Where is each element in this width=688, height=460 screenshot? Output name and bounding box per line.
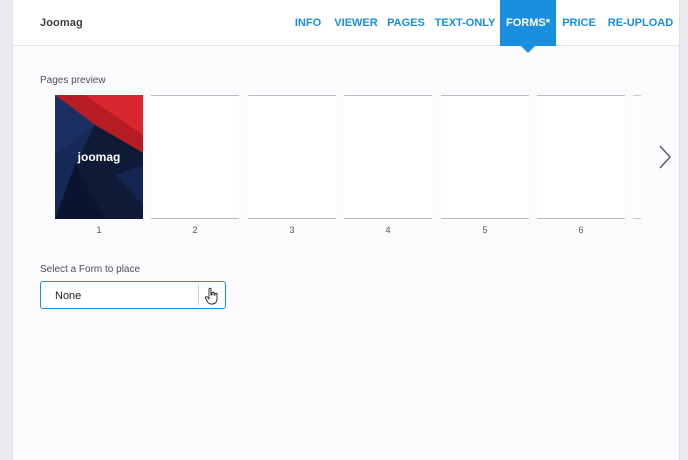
form-select-value: None xyxy=(55,290,82,302)
top-bar: Joomag INFO VIEWER PAGES TEXT-ONLY FORMS… xyxy=(13,0,679,53)
page-thumbnail-2[interactable] xyxy=(151,95,239,219)
tab-re-upload[interactable]: RE-UPLOAD xyxy=(602,0,679,46)
cover-logo-text: joomag xyxy=(77,150,121,164)
app-frame: Joomag INFO VIEWER PAGES TEXT-ONLY FORMS… xyxy=(12,0,680,460)
pages-preview-label: Pages preview xyxy=(40,75,106,86)
page-thumbnail-3[interactable] xyxy=(248,95,336,219)
brand-logo: Joomag xyxy=(40,17,83,29)
chevron-right-icon[interactable] xyxy=(656,143,674,171)
hand-pointer-icon xyxy=(204,287,220,305)
page-number: 3 xyxy=(289,225,295,235)
tab-viewer[interactable]: VIEWER xyxy=(330,0,382,46)
form-select-dropdown[interactable]: None xyxy=(40,281,226,309)
page-thumbnail-6[interactable] xyxy=(537,95,625,219)
form-select-label: Select a Form to place xyxy=(40,264,141,275)
tab-price[interactable]: PRICE xyxy=(556,0,602,46)
page-number: 6 xyxy=(578,225,584,235)
page-thumbnail-1[interactable]: joomag xyxy=(55,95,143,219)
tab-pages[interactable]: PAGES xyxy=(382,0,430,46)
tab-text-only[interactable]: TEXT-ONLY xyxy=(430,0,500,46)
select-divider xyxy=(198,285,199,305)
tab-info[interactable]: INFO xyxy=(286,0,330,46)
page-number: 5 xyxy=(482,225,488,235)
page-number: 4 xyxy=(385,225,391,235)
tab-forms[interactable]: FORMS* xyxy=(500,0,556,53)
cover-art: joomag xyxy=(55,95,143,219)
page-thumbnail-next-partial[interactable] xyxy=(633,95,641,219)
nav-tabs: INFO VIEWER PAGES TEXT-ONLY FORMS* PRICE… xyxy=(286,0,679,53)
page-number: 1 xyxy=(96,225,102,235)
page-number: 2 xyxy=(192,225,198,235)
page-thumbnail-4[interactable] xyxy=(344,95,432,219)
page-thumbnail-5[interactable] xyxy=(441,95,529,219)
